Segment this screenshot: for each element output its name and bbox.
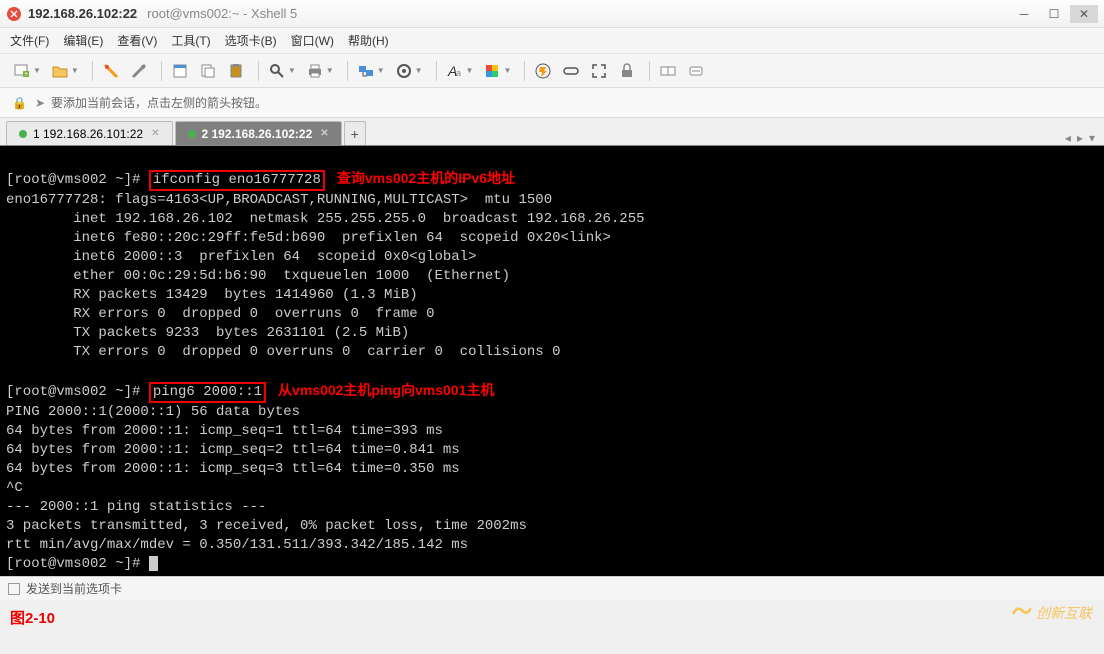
close-tab-icon[interactable]: ✕	[320, 128, 328, 139]
print-button[interactable]: ▼	[303, 60, 337, 82]
paste-button[interactable]	[224, 60, 248, 82]
status-dot-icon	[19, 130, 27, 138]
tab-session-1[interactable]: 1 192.168.26.101:22 ✕	[6, 121, 173, 145]
menu-help[interactable]: 帮助(H)	[348, 32, 389, 49]
minimize-button[interactable]: ─	[1010, 5, 1038, 23]
script-button[interactable]	[531, 60, 555, 82]
transfer-button[interactable]: ▼	[354, 60, 388, 82]
annotation-ping6: 从vms002主机ping向vms001主机	[278, 382, 494, 398]
tab-label: 1 192.168.26.101:22	[33, 127, 143, 141]
lock-icon: 🔒	[12, 96, 27, 110]
window-title-sub: root@vms002:~ - Xshell 5	[147, 6, 297, 21]
annotation-ifconfig: 查询vms002主机的IPv6地址	[337, 170, 515, 186]
toolbar-separator	[92, 61, 93, 81]
tab-prev-icon[interactable]: ◂	[1065, 131, 1071, 145]
toolbar-separator	[524, 61, 525, 81]
terminal-line: 3 packets transmitted, 3 received, 0% pa…	[6, 518, 527, 534]
toolbar: +▼ ▼ ▼ ▼ ▼ ▼ Aa▼ ▼	[0, 54, 1104, 88]
terminal-line: ^C	[6, 480, 23, 496]
font-button[interactable]: Aa▼	[443, 60, 477, 82]
terminal-line: PING 2000::1(2000::1) 56 data bytes	[6, 404, 300, 420]
menu-file[interactable]: 文件(F)	[10, 32, 49, 49]
menu-bar: 文件(F) 编辑(E) 查看(V) 工具(T) 选项卡(B) 窗口(W) 帮助(…	[0, 28, 1104, 54]
terminal-line: ether 00:0c:29:5d:b6:90 txqueuelen 1000 …	[6, 268, 510, 284]
prompt: [root@vms002 ~]#	[6, 556, 149, 572]
tab-session-2[interactable]: 2 192.168.26.102:22 ✕	[175, 121, 342, 145]
status-text: 发送到当前选项卡	[26, 580, 122, 597]
status-dot-icon	[188, 130, 196, 138]
terminal-line: 64 bytes from 2000::1: icmp_seq=3 ttl=64…	[6, 461, 460, 477]
copy-button[interactable]	[196, 60, 220, 82]
toolbar-separator	[347, 61, 348, 81]
cursor	[149, 556, 158, 571]
terminal-line: TX packets 9233 bytes 2631101 (2.5 MiB)	[6, 325, 409, 341]
svg-text:+: +	[24, 71, 28, 78]
tab-label: 2 192.168.26.102:22	[202, 127, 313, 141]
menu-tab[interactable]: 选项卡(B)	[225, 32, 277, 49]
reconnect-button[interactable]	[99, 60, 123, 82]
add-tab-button[interactable]: +	[344, 121, 366, 145]
terminal-line: TX errors 0 dropped 0 overruns 0 carrier…	[6, 344, 561, 360]
menu-tools[interactable]: 工具(T)	[171, 32, 210, 49]
menu-edit[interactable]: 编辑(E)	[63, 32, 103, 49]
watermark: 创新互联	[1010, 602, 1092, 624]
lock-button[interactable]	[615, 60, 639, 82]
window-title-main: 192.168.26.102:22	[28, 6, 137, 21]
terminal-line: inet 192.168.26.102 netmask 255.255.255.…	[6, 211, 645, 227]
hint-text: 要添加当前会话，点击左侧的箭头按钮。	[51, 94, 267, 111]
terminal[interactable]: [root@vms002 ~]# ifconfig eno16777728 查询v…	[0, 146, 1104, 576]
toolbar-separator	[649, 61, 650, 81]
fullscreen-button[interactable]	[587, 60, 611, 82]
compose-button[interactable]	[684, 60, 708, 82]
prompt: [root@vms002 ~]#	[6, 172, 149, 188]
terminal-line: RX packets 13429 bytes 1414960 (1.3 MiB)	[6, 287, 418, 303]
terminal-line: inet6 fe80::20c:29ff:fe5d:b690 prefixlen…	[6, 230, 611, 246]
app-icon	[6, 6, 22, 22]
checkbox[interactable]	[8, 583, 20, 595]
toolbar-separator	[258, 61, 259, 81]
menu-window[interactable]: 窗口(W)	[291, 32, 334, 49]
disconnect-button[interactable]	[127, 60, 151, 82]
hint-bar: 🔒 ➤ 要添加当前会话，点击左侧的箭头按钮。	[0, 88, 1104, 118]
tunnel-button[interactable]	[559, 60, 583, 82]
terminal-line: --- 2000::1 ping statistics ---	[6, 499, 266, 515]
status-bar: 发送到当前选项卡	[0, 576, 1104, 600]
toolbar-separator	[161, 61, 162, 81]
terminal-line: 64 bytes from 2000::1: icmp_seq=1 ttl=64…	[6, 423, 443, 439]
tab-menu-icon[interactable]: ▾	[1089, 131, 1095, 145]
maximize-button[interactable]: ☐	[1040, 5, 1068, 23]
terminal-line: eno16777728: flags=4163<UP,BROADCAST,RUN…	[6, 192, 552, 208]
terminal-line: inet6 2000::3 prefixlen 64 scopeid 0x0<g…	[6, 249, 476, 265]
prompt: [root@vms002 ~]#	[6, 384, 149, 400]
terminal-line: RX errors 0 dropped 0 overruns 0 frame 0	[6, 306, 434, 322]
menu-view[interactable]: 查看(V)	[117, 32, 157, 49]
properties-button[interactable]	[168, 60, 192, 82]
highlight-ifconfig: ifconfig eno16777728	[149, 170, 325, 191]
tab-next-icon[interactable]: ▸	[1077, 131, 1083, 145]
watermark-text: 创新互联	[1036, 603, 1092, 623]
svg-text:a: a	[456, 68, 461, 78]
log-button[interactable]: ▼	[392, 60, 426, 82]
title-bar: 192.168.26.102:22 root@vms002:~ - Xshell…	[0, 0, 1104, 28]
color-scheme-button[interactable]: ▼	[480, 60, 514, 82]
toolbar-separator	[436, 61, 437, 81]
find-button[interactable]: ▼	[265, 60, 299, 82]
highlight-ping6: ping6 2000::1	[149, 382, 266, 403]
session-manager-button[interactable]	[656, 60, 680, 82]
close-tab-icon[interactable]: ✕	[151, 128, 159, 139]
tab-nav: ◂ ▸ ▾	[1062, 131, 1098, 145]
terminal-line: rtt min/avg/max/mdev = 0.350/131.511/393…	[6, 537, 468, 553]
figure-label: 图2-10	[10, 607, 55, 628]
arrow-icon[interactable]: ➤	[35, 96, 45, 110]
open-button[interactable]: ▼	[48, 60, 82, 82]
tab-bar: 1 192.168.26.101:22 ✕ 2 192.168.26.102:2…	[0, 118, 1104, 146]
new-session-button[interactable]: +▼	[10, 60, 44, 82]
terminal-line: 64 bytes from 2000::1: icmp_seq=2 ttl=64…	[6, 442, 460, 458]
close-button[interactable]: ✕	[1070, 5, 1098, 23]
